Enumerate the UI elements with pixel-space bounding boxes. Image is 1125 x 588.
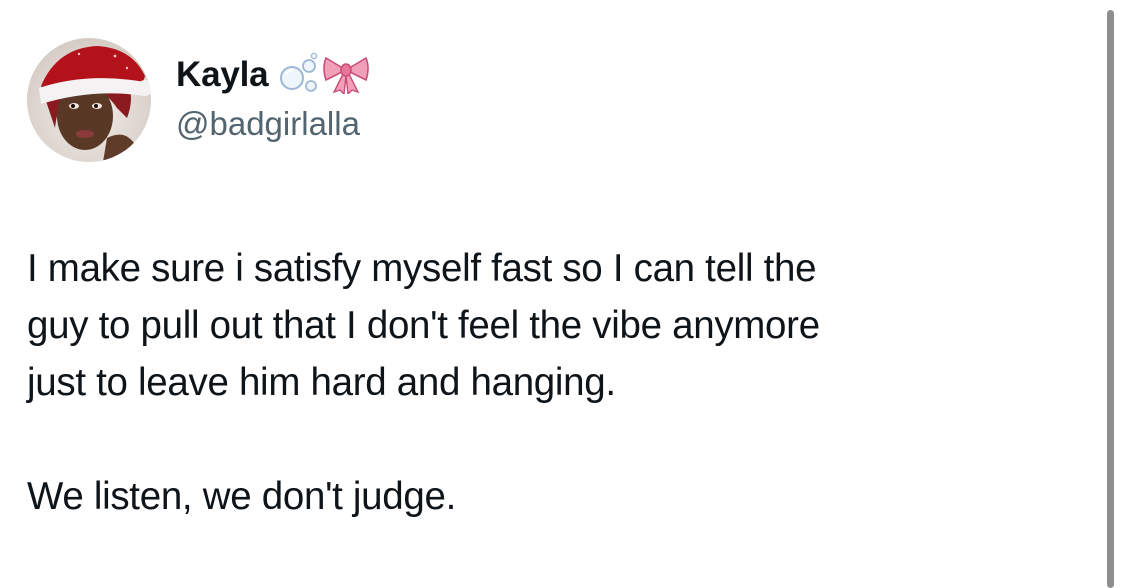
avatar-image [27,38,151,162]
name-row: Kayla [176,48,370,100]
tweet-text-line: I make sure i satisfy myself fast so I c… [27,247,817,290]
scrollbar[interactable] [1107,10,1114,588]
tweet-card: Kayla @badgirlalla I make sure i satisfy… [0,0,1100,588]
bubbles-icon [280,52,318,92]
tweet-text-line: guy to pull out that I don't feel the vi… [27,304,820,347]
display-name[interactable]: Kayla [176,57,269,92]
ribbon-icon [323,56,370,94]
tweet-text-line: just to leave him hard and hanging. [27,361,616,404]
tweet-text: I make sure i satisfy myself fast so I c… [27,240,1087,525]
avatar[interactable] [27,38,151,162]
user-handle[interactable]: @badgirlalla [176,104,360,144]
tweet-text-closing: We listen, we don't judge. [27,475,457,518]
